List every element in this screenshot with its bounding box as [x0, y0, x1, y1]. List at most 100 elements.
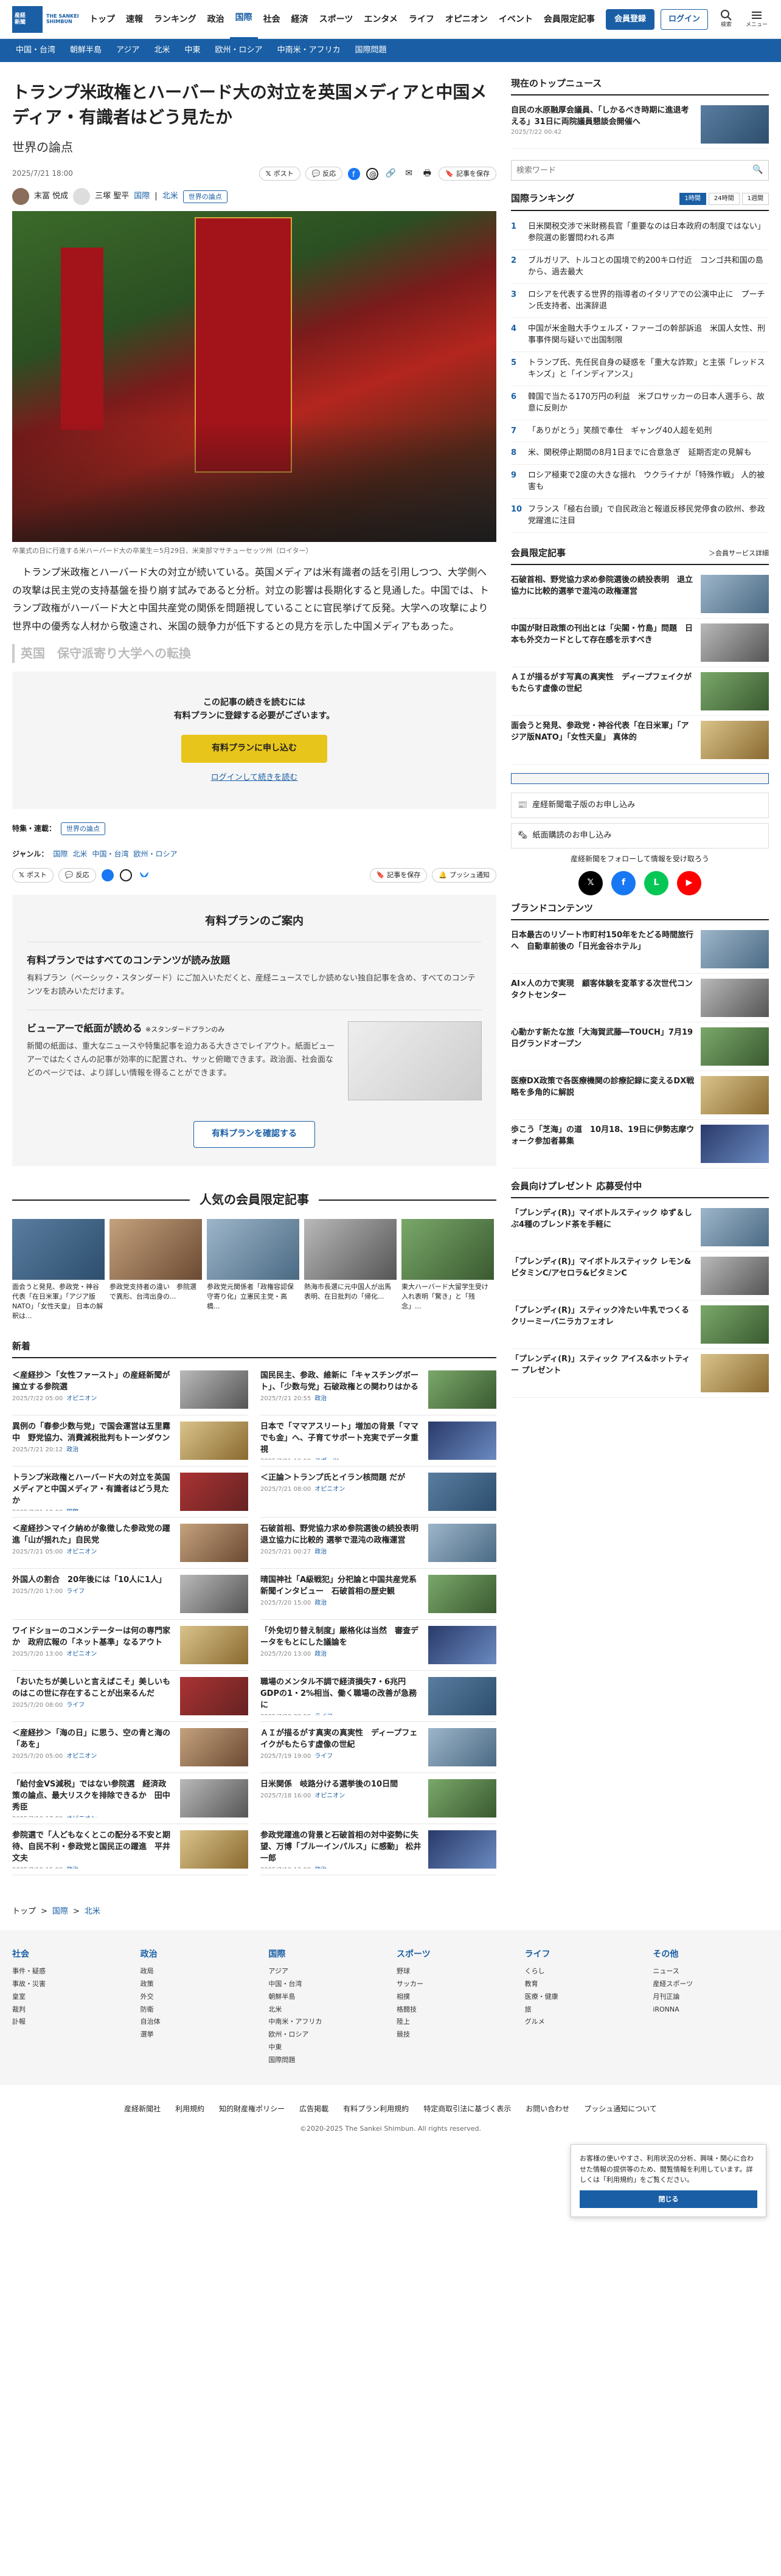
- footer-bottom-link[interactable]: 産経新聞社: [124, 2103, 161, 2115]
- nav-item[interactable]: エンタメ: [358, 0, 403, 39]
- footer-link[interactable]: 陸上: [397, 2016, 513, 2029]
- news-item[interactable]: 国民民主、参政、維新に「キャスチングボート」、「少数与党」石破政権との関わりはか…: [260, 1364, 496, 1416]
- facebook-icon[interactable]: f: [347, 167, 361, 181]
- nav-item[interactable]: 会員限定記事: [538, 0, 600, 39]
- footer-link[interactable]: 中国・台湾: [268, 1978, 384, 1991]
- brand-item[interactable]: AI×人の力で実現 顧客体験を変革する次世代コンタクトセンター: [511, 974, 769, 1022]
- footer-link[interactable]: 裁判: [12, 2004, 128, 2016]
- threads-icon[interactable]: [119, 869, 133, 882]
- footer-link[interactable]: 防衛: [141, 2004, 257, 2016]
- footer-link[interactable]: 野球: [397, 1965, 513, 1978]
- x-icon[interactable]: 𝕏: [578, 870, 603, 895]
- ad-banner[interactable]: [511, 772, 769, 784]
- footer-link[interactable]: 政局: [141, 1965, 257, 1978]
- news-item[interactable]: 「外免切り替え制度」厳格化は当然 審査データをもとにした議論を 2025/7/20…: [260, 1620, 496, 1672]
- popular-item[interactable]: 熱海市長選に元中国人が出馬表明、在日批判の「帰化...: [304, 1219, 397, 1321]
- footer-bottom-link[interactable]: 利用規約: [175, 2103, 204, 2115]
- ranking-item[interactable]: 4 中国が米金融大手ウェルズ・ファーゴの幹部訴追 米国人女性、刑事事件関与疑いで出…: [511, 318, 769, 352]
- subnav-item[interactable]: 中国・台湾: [12, 44, 63, 57]
- footer-link[interactable]: 旅: [525, 2004, 641, 2016]
- nav-item[interactable]: トップ: [84, 0, 120, 39]
- menu-button[interactable]: メニュー: [745, 9, 769, 30]
- news-item[interactable]: ＜産経抄＞「海の日」に思う、空の青と海の「あを」 2025/7/20 05:00 オ…: [12, 1722, 248, 1774]
- push-notify-button[interactable]: 🔔 プッシュ通知: [432, 868, 496, 883]
- nav-item[interactable]: 経済: [286, 0, 314, 39]
- link-icon[interactable]: 🔗: [384, 167, 397, 181]
- news-item[interactable]: 石破首相、野党協力求め参院選後の続投表明 退立協力に比較的 選挙で混沌の政権運営…: [260, 1518, 496, 1569]
- footer-link[interactable]: 北米: [268, 2004, 384, 2016]
- cookie-close-button[interactable]: 閉じる: [580, 2190, 757, 2209]
- footer-heading[interactable]: スポーツ: [397, 1948, 513, 1962]
- footer-bottom-link[interactable]: 特定商取引法に基づく表示: [423, 2103, 511, 2115]
- paper-apply[interactable]: 🗞 紙面購読のお申し込み: [511, 822, 769, 849]
- present-item[interactable]: 「プレンディ(R)」スティック冷たい牛乳でつくるクリーミーバニラカフェオレ: [511, 1300, 769, 1350]
- footer-link[interactable]: 訃報: [12, 2016, 128, 2029]
- footer-link[interactable]: iRONNA: [653, 2004, 769, 2016]
- nav-item[interactable]: 速報: [120, 0, 148, 39]
- subnav-item[interactable]: 朝鮮半島: [63, 44, 109, 57]
- search-icon[interactable]: 🔍: [748, 161, 768, 180]
- check-plan-button[interactable]: 有料プランを確認する: [193, 1121, 315, 1148]
- footer-bottom-link[interactable]: プッシュ通知について: [584, 2103, 657, 2115]
- present-item[interactable]: 「プレンディ(R)」マイボトルスティック レモン&ビタミンC/アセロラ&ビタミン…: [511, 1252, 769, 1301]
- line-icon[interactable]: L: [644, 870, 668, 895]
- members-item[interactable]: 中国が財日政策の刊出とは「尖閣・竹島」問題 日本も外交カードとして存在感を示すべ…: [511, 619, 769, 667]
- author-name[interactable]: 三塚 聖平: [95, 190, 129, 203]
- news-item[interactable]: ＜産経抄＞マイク納めが象徴した参政党の躍進「山が揺れた」自民党 2025/7/21…: [12, 1518, 248, 1569]
- footer-link[interactable]: 相撲: [397, 1991, 513, 2004]
- members-more-link[interactable]: ＞会員サービス詳細: [709, 548, 769, 558]
- footer-link[interactable]: 教育: [525, 1978, 641, 1991]
- footer-link[interactable]: アジア: [268, 1965, 384, 1978]
- subnav-item[interactable]: アジア: [109, 44, 147, 57]
- author-name[interactable]: 末冨 悦成: [34, 190, 68, 203]
- footer-link[interactable]: 国際問題: [268, 2054, 384, 2067]
- footer-link[interactable]: 医療・健康: [525, 1991, 641, 2004]
- member-register-button[interactable]: 会員登録: [605, 9, 654, 30]
- ranking-tab[interactable]: 24時間: [708, 193, 740, 205]
- footer-heading[interactable]: 国際: [268, 1948, 384, 1962]
- login-continue-link[interactable]: ログインして続きを読む: [211, 773, 298, 782]
- popular-item[interactable]: 参政党支持者の違い 参院選で異形、台湾出身の...: [109, 1219, 202, 1321]
- popular-item[interactable]: 面会うと発見、参政党・神谷代表「在日米軍」「アジア版NATO」「女性天皇」 日本…: [12, 1219, 105, 1321]
- ranking-item[interactable]: 8 米、関税停止期間の8月1日までに合意急ぎ 延期否定の見解も: [511, 442, 769, 465]
- print-icon[interactable]: 🖶: [420, 167, 434, 181]
- footer-link[interactable]: サッカー: [397, 1978, 513, 1991]
- footer-link[interactable]: 外交: [141, 1991, 257, 2004]
- footer-link[interactable]: 月刊正論: [653, 1991, 769, 2004]
- x-post-button[interactable]: 𝕏 ポスト: [259, 167, 300, 181]
- category-link[interactable]: 北米: [162, 190, 178, 203]
- news-item[interactable]: ワイドショーのコメンテーターは何の専門家か 政府広報の「ネット基準」なるアウト 2…: [12, 1620, 248, 1672]
- news-item[interactable]: 「給付金VS減税」ではない参院選 経済政策の論点、最大リスクを排除できるか 田中…: [12, 1773, 248, 1825]
- repost-button[interactable]: 💬 反応: [58, 868, 96, 883]
- nav-item[interactable]: スポーツ: [314, 0, 359, 39]
- footer-link[interactable]: 中東: [268, 2041, 384, 2054]
- threads-icon[interactable]: @: [366, 167, 379, 181]
- subscribe-button[interactable]: 有料プランに申し込む: [181, 735, 327, 763]
- members-item[interactable]: ＡＩが描るがす写真の真実性 ディープフェイクがもたらす虚像の世紀: [511, 667, 769, 716]
- series-tag[interactable]: 世界の論点: [182, 190, 227, 203]
- save-article-button[interactable]: 🔖 記事を保存: [369, 868, 428, 883]
- top-news-item[interactable]: 自民の水原融厚会議員、「しかるべき時期に進退考える」31日に両院議員懇談会開催へ…: [511, 100, 769, 150]
- x-post-button[interactable]: 𝕏 ポスト: [12, 868, 54, 883]
- footer-heading[interactable]: 社会: [12, 1948, 128, 1962]
- footer-link[interactable]: ニュース: [653, 1965, 769, 1978]
- facebook-icon[interactable]: [101, 869, 114, 882]
- series-tag[interactable]: 世界の論点: [61, 822, 106, 835]
- login-button[interactable]: ログイン: [660, 9, 708, 30]
- nav-item[interactable]: ライフ: [403, 0, 440, 39]
- footer-heading[interactable]: ライフ: [525, 1948, 641, 1962]
- footer-bottom-link[interactable]: 知的財産権ポリシー: [219, 2103, 285, 2115]
- members-item[interactable]: 石破首相、野党協力求め参院選後の続投表明 退立協力に比較的選挙で混沌の政権運営: [511, 570, 769, 619]
- brand-item[interactable]: 心動かす新たな旅「大海賀武藤―TOUCH」7月19日グランドオープン: [511, 1022, 769, 1071]
- nav-item[interactable]: イベント: [493, 0, 538, 39]
- footer-heading[interactable]: その他: [653, 1948, 769, 1962]
- footer-bottom-link[interactable]: 有料プラン利用規約: [343, 2103, 409, 2115]
- ranking-item[interactable]: 5 トランプ氏、先任民自身の疑惑を「重大な詐欺」と主張「レッドスキンズ」と「インデ…: [511, 352, 769, 386]
- footer-heading[interactable]: 政治: [141, 1948, 257, 1962]
- news-item[interactable]: 晴国神社「A級戦犯」分祀論と中国共産党系新聞インタビュー 石破首相の歴史観 202…: [260, 1569, 496, 1620]
- news-item[interactable]: ＡＩが描るがす真実の真実性 ディープフェイクがもたらす虚像の世紀 2025/7/1…: [260, 1722, 496, 1774]
- nav-item[interactable]: オピニオン: [440, 0, 493, 39]
- breadcrumb-item[interactable]: 北米: [85, 1906, 100, 1918]
- footer-link[interactable]: 事件・疑惑: [12, 1965, 128, 1978]
- search-button[interactable]: 検索: [714, 9, 738, 30]
